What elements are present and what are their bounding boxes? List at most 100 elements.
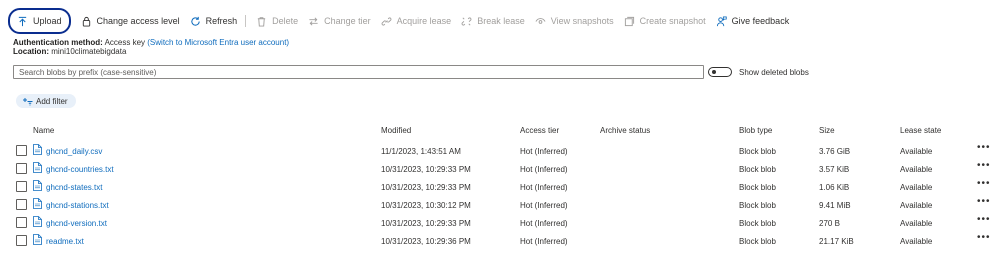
delete-button[interactable]: Delete	[252, 10, 302, 32]
delete-label: Delete	[272, 16, 299, 26]
row-checkbox[interactable]	[16, 163, 27, 174]
blob-name-link[interactable]: readme.txt	[46, 237, 84, 246]
swap-arrows-icon	[309, 17, 318, 25]
add-filter-button[interactable]: Add filter	[16, 94, 76, 108]
more-options-icon[interactable]: •••	[977, 178, 991, 189]
feedback-person-icon	[716, 16, 727, 26]
blob-name-link[interactable]: ghcnd-version.txt	[46, 219, 107, 228]
lock-icon	[82, 16, 90, 27]
table-row[interactable]: readme.txt 10/31/2023, 10:29:36 PM Hot (…	[0, 232, 998, 250]
acquire-lease-label: Acquire lease	[396, 16, 452, 26]
break-lease-button[interactable]: Break lease	[457, 10, 529, 32]
file-icon	[33, 216, 42, 227]
access-tier-cell: Hot (Inferred)	[520, 201, 568, 210]
more-options-icon[interactable]: •••	[977, 142, 991, 153]
modified-cell: 10/31/2023, 10:29:36 PM	[381, 237, 471, 246]
link-icon	[381, 16, 392, 26]
auth-method-value: Access key	[104, 38, 146, 47]
column-header-modified[interactable]: Modified	[381, 126, 411, 135]
upload-label: Upload	[33, 16, 62, 26]
column-header-lease-state[interactable]: Lease state	[900, 126, 941, 135]
table-row[interactable]: ghcnd_daily.csv 11/1/2023, 1:43:51 AM Ho…	[0, 142, 998, 160]
change-tier-button[interactable]: Change tier	[304, 10, 375, 32]
blob-type-cell: Block blob	[739, 237, 776, 246]
row-checkbox[interactable]	[16, 235, 27, 246]
location-label: Location:	[13, 47, 49, 56]
blob-type-cell: Block blob	[739, 219, 776, 228]
modified-cell: 10/31/2023, 10:29:33 PM	[381, 165, 471, 174]
give-feedback-button[interactable]: Give feedback	[712, 10, 794, 32]
toggle-knob	[712, 70, 716, 74]
size-cell: 3.57 KiB	[819, 165, 850, 174]
table-row[interactable]: ghcnd-countries.txt 10/31/2023, 10:29:33…	[0, 160, 998, 178]
table-row[interactable]: ghcnd-stations.txt 10/31/2023, 10:30:12 …	[0, 196, 998, 214]
table-row[interactable]: ghcnd-version.txt 10/31/2023, 10:29:33 P…	[0, 214, 998, 232]
row-checkbox[interactable]	[16, 181, 27, 192]
show-deleted-label: Show deleted blobs	[739, 68, 809, 77]
eye-icon	[535, 17, 546, 24]
search-blobs-input[interactable]	[13, 65, 704, 79]
access-tier-cell: Hot (Inferred)	[520, 237, 568, 246]
switch-auth-link[interactable]: (Switch to Microsoft Entra user account)	[147, 38, 289, 47]
file-icon	[33, 180, 42, 191]
blob-name-link[interactable]: ghcnd-countries.txt	[46, 165, 114, 174]
column-header-size[interactable]: Size	[819, 126, 835, 135]
lease-state-cell: Available	[900, 147, 933, 156]
trash-icon	[257, 16, 266, 27]
toolbar-divider	[245, 15, 247, 27]
file-icon	[33, 144, 42, 155]
file-icon	[33, 234, 42, 245]
modified-cell: 10/31/2023, 10:29:33 PM	[381, 219, 471, 228]
change-access-level-button[interactable]: Change access level	[77, 10, 184, 32]
auth-method-label: Authentication method:	[13, 38, 103, 47]
file-icon	[33, 198, 42, 209]
more-options-icon[interactable]: •••	[977, 196, 991, 207]
lease-state-cell: Available	[900, 183, 933, 192]
refresh-icon	[190, 16, 200, 26]
column-header-archive-status[interactable]: Archive status	[600, 126, 650, 135]
column-header-name[interactable]: Name	[33, 126, 54, 135]
upload-button[interactable]: Upload	[8, 8, 71, 34]
file-icon	[33, 162, 42, 173]
more-options-icon[interactable]: •••	[977, 160, 991, 171]
more-options-icon[interactable]: •••	[977, 232, 991, 243]
view-snapshots-label: View snapshots	[550, 16, 614, 26]
row-checkbox[interactable]	[16, 145, 27, 156]
modified-cell: 10/31/2023, 10:30:12 PM	[381, 201, 471, 210]
blob-name-link[interactable]: ghcnd-states.txt	[46, 183, 102, 192]
blob-type-cell: Block blob	[739, 201, 776, 210]
row-checkbox[interactable]	[16, 199, 27, 210]
column-header-blob-type[interactable]: Blob type	[739, 126, 772, 135]
authentication-method: Authentication method: Access key (Switc…	[13, 38, 289, 47]
create-snapshot-button[interactable]: Create snapshot	[620, 10, 710, 32]
lease-state-cell: Available	[900, 201, 933, 210]
more-options-icon[interactable]: •••	[977, 214, 991, 225]
acquire-lease-button[interactable]: Acquire lease	[377, 10, 456, 32]
view-snapshots-button[interactable]: View snapshots	[531, 10, 618, 32]
location: Location: mini10climatebigdata	[13, 47, 126, 56]
size-cell: 1.06 KiB	[819, 183, 850, 192]
access-tier-cell: Hot (Inferred)	[520, 165, 568, 174]
blob-type-cell: Block blob	[739, 147, 776, 156]
upload-icon	[18, 16, 27, 26]
blob-type-cell: Block blob	[739, 183, 776, 192]
access-tier-cell: Hot (Inferred)	[520, 219, 568, 228]
add-filter-icon	[23, 97, 33, 105]
access-tier-cell: Hot (Inferred)	[520, 147, 568, 156]
refresh-button[interactable]: Refresh	[186, 10, 242, 32]
size-cell: 270 B	[819, 219, 840, 228]
table-row[interactable]: ghcnd-states.txt 10/31/2023, 10:29:33 PM…	[0, 178, 998, 196]
change-access-level-label: Change access level	[96, 16, 180, 26]
size-cell: 21.17 KiB	[819, 237, 854, 246]
location-value: mini10climatebigdata	[51, 47, 127, 56]
show-deleted-toggle[interactable]	[708, 67, 732, 77]
modified-cell: 10/31/2023, 10:29:33 PM	[381, 183, 471, 192]
lease-state-cell: Available	[900, 219, 933, 228]
blob-name-link[interactable]: ghcnd_daily.csv	[46, 147, 102, 156]
lease-state-cell: Available	[900, 237, 933, 246]
row-checkbox[interactable]	[16, 217, 27, 228]
blob-type-cell: Block blob	[739, 165, 776, 174]
blob-name-link[interactable]: ghcnd-stations.txt	[46, 201, 109, 210]
column-header-access-tier[interactable]: Access tier	[520, 126, 559, 135]
add-filter-label: Add filter	[36, 96, 68, 106]
